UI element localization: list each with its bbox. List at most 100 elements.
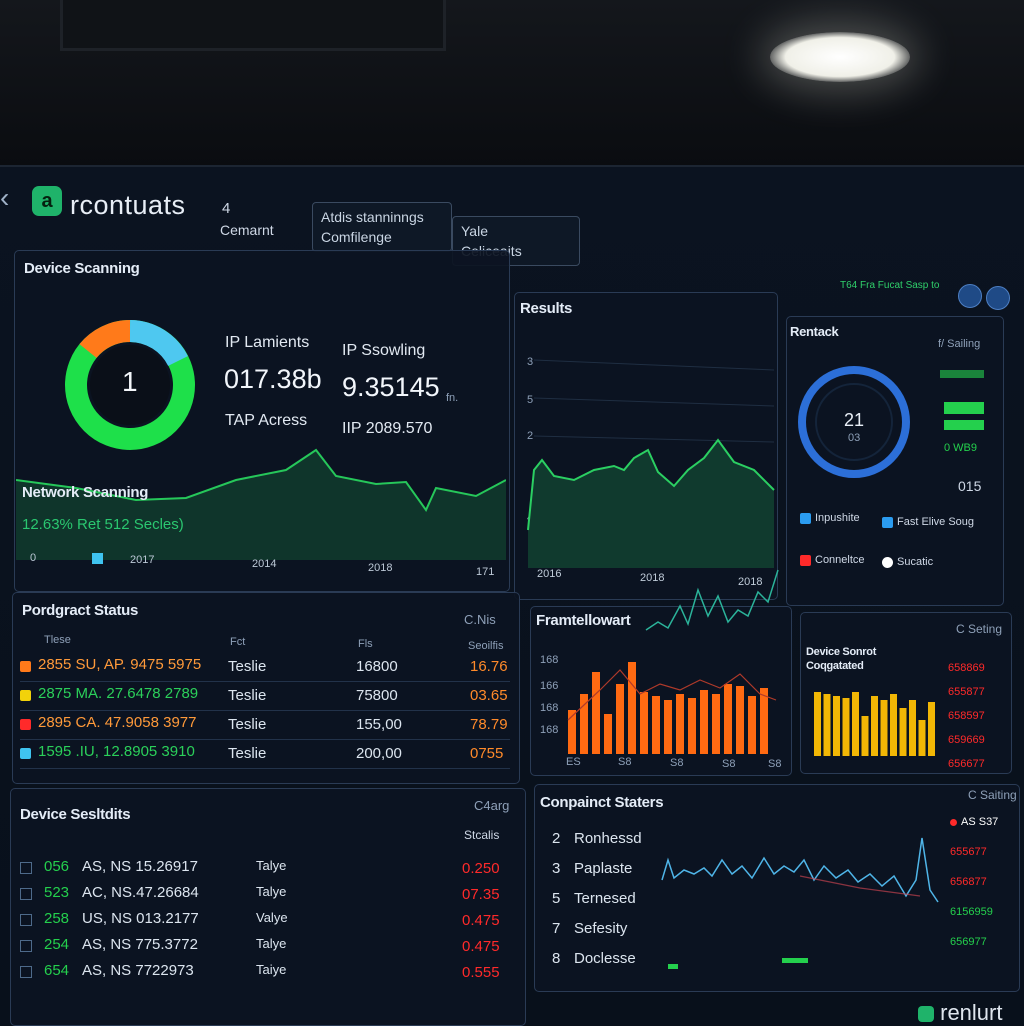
row-separator — [20, 768, 510, 769]
framework-bar — [604, 714, 612, 754]
scan-settings-line2: Comfilenge — [321, 229, 392, 245]
product-id: 2895 CA. 47.9058 3977 — [38, 714, 197, 731]
framework-bar — [688, 698, 696, 754]
product-status-row[interactable]: 1595 .IU, 12.8905 3910 Teslie 200,00 0755 — [20, 743, 510, 767]
product-status-row[interactable]: 2875 MA. 27.6478 2789 Teslie 75800 03.65 — [20, 685, 510, 709]
device-result-row[interactable]: 654 AS, NS 7722973 Taiye 0.555 — [20, 962, 510, 984]
product-type: Teslie — [228, 745, 267, 762]
component-state-value: 656877 — [950, 876, 987, 888]
ip-value-1: 017.38b — [224, 364, 322, 394]
device-source-title-line2: Coqgatated — [806, 660, 864, 672]
net-legend-swatch — [92, 553, 103, 564]
scan-settings-line1: Atdis stanninngs — [321, 209, 424, 225]
ceiling-vent — [60, 0, 446, 51]
profile-icon[interactable] — [986, 286, 1010, 310]
device-result-row[interactable]: 254 AS, NS 775.3772 Talye 0.475 — [20, 936, 510, 958]
device-source-bar — [833, 696, 840, 756]
component-state-item[interactable]: 5 Ternesed — [552, 890, 636, 908]
framework-xtick-2: S8 — [670, 757, 684, 769]
product-status-row[interactable]: 2895 CA. 47.9058 3977 Teslie 155,00 78.79 — [20, 714, 510, 738]
results-title: Results — [520, 300, 573, 317]
header-count: 4 — [222, 200, 231, 217]
scan-settings-button[interactable]: Atdis stanninngs Comfilenge — [312, 202, 452, 252]
component-state-number: 2 — [552, 830, 561, 847]
product-type: Teslie — [228, 716, 267, 733]
row-checkbox[interactable] — [20, 888, 32, 900]
product-val: 03.65 — [470, 687, 508, 704]
framework-ytick-1: 166 — [540, 680, 559, 692]
status-dot — [20, 719, 31, 730]
ip-label-2: IP Ssowling — [342, 342, 426, 359]
ip-value-2-suffix: fn. — [446, 392, 459, 404]
device-result-val: 07.35 — [462, 886, 500, 903]
component-state-number: 7 — [552, 920, 561, 937]
device-source-bar — [918, 720, 926, 756]
device-source-bar — [814, 692, 821, 756]
rentack-tag: f/ Sailing — [938, 338, 981, 350]
footer-logo-icon — [918, 1006, 934, 1023]
notification-icon[interactable] — [958, 284, 982, 308]
product-status-row[interactable]: 2855 SU, AP. 9475 5975 Teslie 16800 16.76 — [20, 656, 510, 680]
component-state-item[interactable]: 7 Sefesity — [552, 920, 627, 938]
product-id: 2855 SU, AP. 9475 5975 — [38, 656, 202, 673]
device-source-bar — [823, 694, 831, 756]
rentack-legend-item-3: Sucatic — [882, 556, 933, 568]
network-scanning-title: Network Scanning — [22, 484, 149, 501]
results-area-chart — [527, 359, 775, 568]
row-checkbox[interactable] — [20, 966, 32, 978]
device-source-value: 658597 — [948, 710, 985, 722]
row-separator — [20, 739, 510, 740]
row-checkbox[interactable] — [20, 940, 32, 952]
device-source-bar — [842, 698, 850, 756]
app-logo-text: rcontuats — [70, 190, 186, 220]
back-chevron-icon[interactable]: ‹ — [0, 182, 9, 214]
product-val: 78.79 — [470, 716, 508, 733]
component-state-number: 8 — [552, 950, 561, 967]
component-state-label: Ternesed — [574, 890, 636, 907]
row-checkbox[interactable] — [20, 914, 32, 926]
row-separator — [20, 710, 510, 711]
framework-bar — [760, 688, 768, 754]
device-result-id: 654 — [44, 962, 70, 979]
device-source-value: 658869 — [948, 662, 985, 674]
product-status-tag: C.Nis — [464, 612, 496, 627]
device-source-bar — [852, 692, 859, 756]
framework-bar — [700, 690, 708, 754]
product-status-header-2: Fls — [358, 638, 373, 650]
net-xtick-1: 2017 — [130, 554, 155, 566]
tap-access-label: TAP Acress — [225, 412, 308, 429]
framework-xtick-0: ES — [566, 756, 581, 768]
framework-bar — [616, 684, 624, 754]
device-source-value: 659669 — [948, 734, 985, 746]
rentack-bar-2 — [944, 402, 984, 414]
framework-spark-chart — [645, 569, 779, 631]
footer-brand-text: renlurt — [940, 1000, 1003, 1025]
device-result-type: Valye — [256, 910, 288, 925]
device-result-row[interactable]: 523 AC, NS.47.26684 Talye 07.35 — [20, 884, 510, 906]
component-state-item[interactable]: 3 Paplaste — [552, 860, 632, 878]
device-result-desc: US, NS 013.2177 — [82, 910, 199, 927]
device-result-val: 0.555 — [462, 964, 500, 981]
framework-bar — [736, 686, 744, 754]
device-result-row[interactable]: 258 US, NS 013.2177 Valye 0.475 — [20, 910, 510, 932]
framework-bar — [640, 692, 648, 754]
device-result-id: 258 — [44, 910, 70, 927]
component-state-item[interactable]: 8 Doclesse — [552, 950, 636, 968]
net-xtick-3: 2018 — [368, 562, 393, 574]
device-result-val: 0.250 — [462, 860, 500, 877]
framework-title: Framtellowart — [536, 612, 631, 629]
device-result-type: Taiye — [256, 962, 287, 977]
device-result-type: Talye — [256, 884, 287, 899]
device-result-row[interactable]: 056 AS, NS 15.26917 Talye 0.250 — [20, 858, 510, 880]
framework-ytick-3: 168 — [540, 724, 559, 736]
device-source-bar — [871, 696, 878, 756]
row-checkbox[interactable] — [20, 862, 32, 874]
product-num: 155,00 — [356, 716, 402, 733]
rentack-bar-1 — [940, 370, 984, 378]
rentack-legend-item-1: Fast Elive Soug — [882, 516, 974, 528]
product-num: 200,00 — [356, 745, 402, 762]
product-status-title: Pordgract Status — [22, 602, 139, 619]
framework-bar — [652, 696, 660, 754]
framework-bar — [724, 684, 732, 754]
component-state-item[interactable]: 2 Ronhessd — [552, 830, 642, 848]
